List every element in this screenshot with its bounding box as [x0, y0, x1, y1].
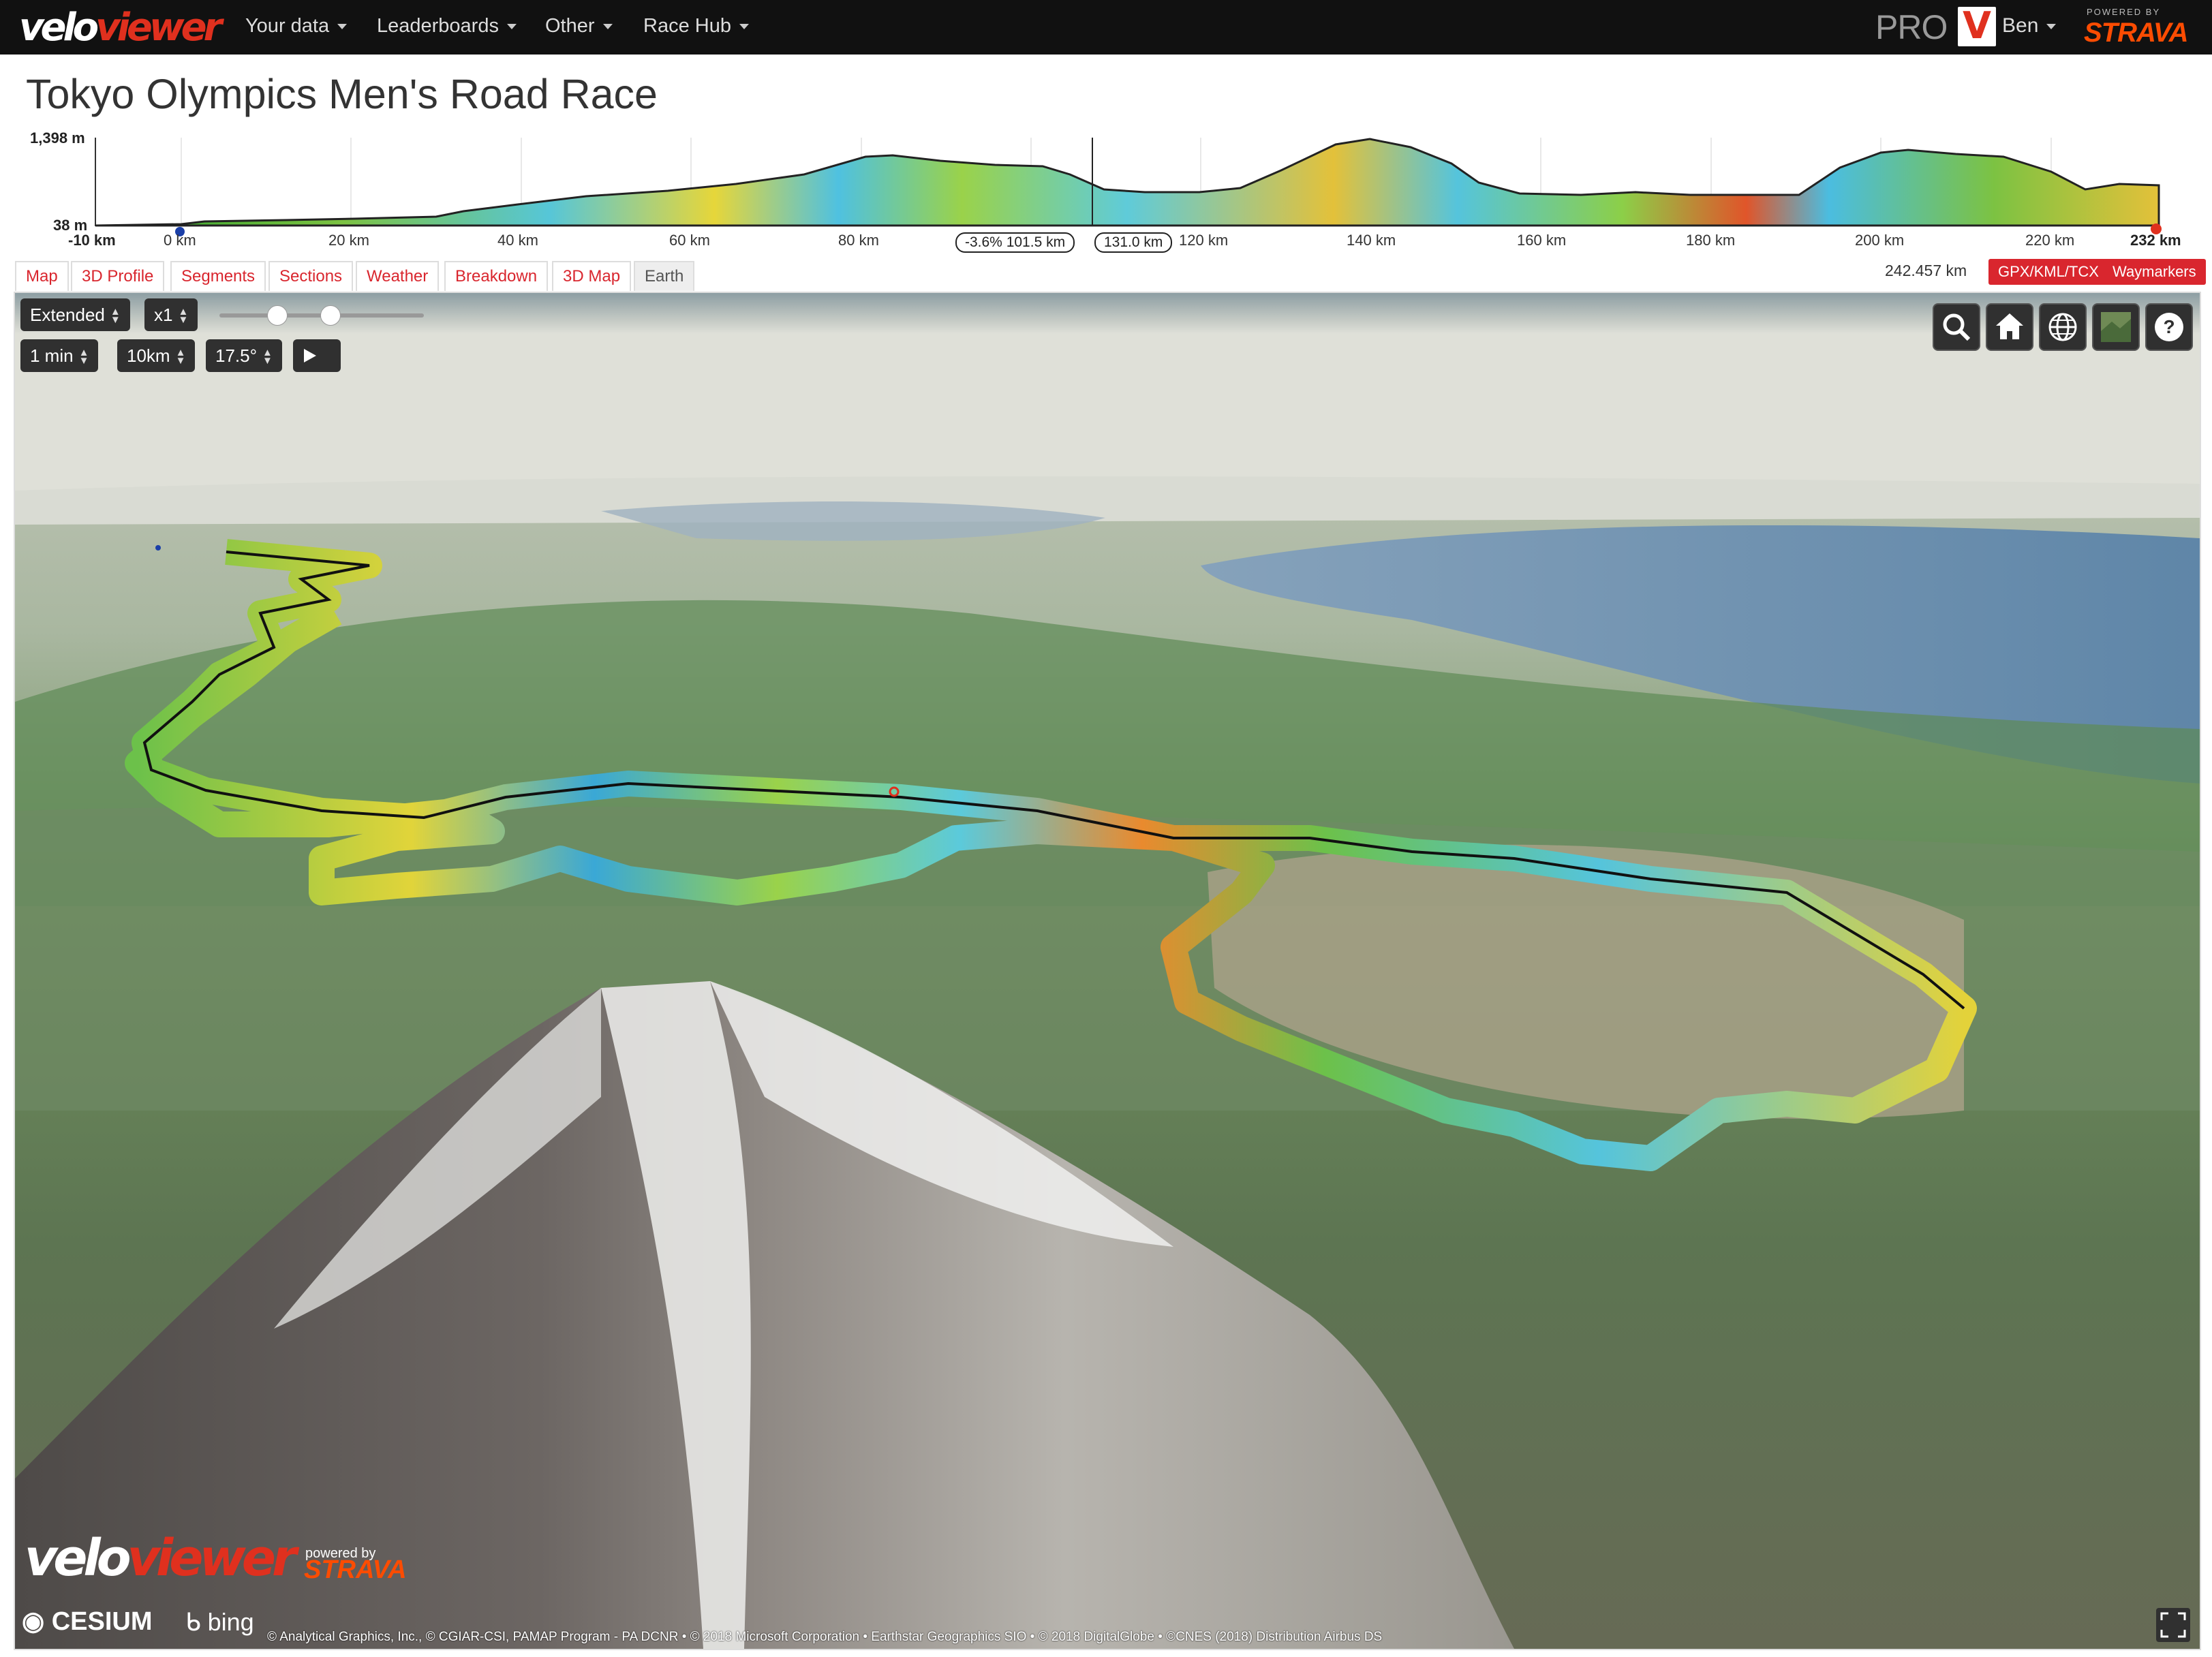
nav-label: Leaderboards — [377, 15, 499, 37]
map-strava-logo: STRAVA — [304, 1555, 407, 1584]
total-distance: 242.457 km — [1885, 262, 1967, 279]
profile-tick: 200 km — [1855, 232, 1905, 249]
time-step-value: 1 min — [30, 345, 74, 366]
profile-tick: 140 km — [1347, 232, 1396, 249]
slider-handle-start[interactable] — [267, 305, 288, 326]
nav-your-data[interactable]: Your data — [245, 12, 348, 40]
tab-weather[interactable]: Weather — [356, 261, 440, 291]
chevron-down-icon — [337, 24, 348, 30]
map-attribution: © Analytical Graphics, Inc., © CGIAR-CSI… — [267, 1630, 1383, 1644]
cesium-icon: ◉ — [22, 1607, 45, 1636]
profile-tick: 60 km — [669, 232, 710, 249]
search-icon — [1943, 313, 1971, 341]
terrain-scene[interactable] — [15, 293, 2200, 1649]
imagery-thumbnail-icon — [2101, 312, 2131, 342]
fullscreen-button[interactable] — [2156, 1608, 2190, 1642]
slider-handle-end[interactable] — [320, 305, 341, 326]
user-menu[interactable]: Ben — [2002, 12, 2057, 40]
speed-select[interactable]: x1 ▲ ▼ — [144, 298, 198, 331]
map-logo-text-velo: velo — [25, 1529, 132, 1588]
badge-letter: V — [1963, 4, 1991, 47]
tab-map[interactable]: Map — [15, 261, 69, 291]
logo-text-viewer: viewer — [95, 5, 222, 50]
updown-arrows-icon: ▲ ▼ — [175, 347, 186, 367]
bing-icon: ᑲ — [185, 1608, 201, 1636]
updown-arrows-icon: ▲ ▼ — [262, 347, 273, 367]
tab-breakdown[interactable]: Breakdown — [444, 261, 549, 291]
profile-marker-right: 131.0 km — [1094, 232, 1173, 253]
map-veloviewer-logo: veloviewer — [25, 1529, 297, 1588]
search-button[interactable] — [1933, 303, 1980, 351]
user-name: Ben — [2002, 14, 2039, 37]
nav-other[interactable]: Other — [545, 12, 613, 40]
veloviewer-logo[interactable]: velo viewer — [19, 4, 222, 50]
profile-tick: 160 km — [1517, 232, 1567, 249]
tab-segments[interactable]: Segments — [170, 261, 266, 291]
chevron-down-icon — [602, 24, 613, 30]
scene-mode-button[interactable] — [2039, 303, 2087, 351]
updown-arrows-icon: ▲ ▼ — [78, 347, 89, 367]
profile-tick: 120 km — [1179, 232, 1229, 249]
top-navbar: velo viewer Your data Leaderboards Other … — [0, 0, 2212, 55]
distance-step-value: 10km — [127, 345, 170, 366]
updown-arrows-icon: ▲ ▼ — [110, 306, 121, 326]
tab-3d-map[interactable]: 3D Map — [552, 261, 632, 291]
profile-tick: 220 km — [2025, 232, 2075, 249]
bing-text: bing — [207, 1608, 254, 1636]
globe-icon — [2048, 313, 2077, 341]
imagery-picker-button[interactable] — [2092, 303, 2140, 351]
profile-tick: 180 km — [1686, 232, 1736, 249]
powered-by-label: POWERED BY — [2087, 7, 2161, 17]
home-icon — [1996, 313, 2023, 339]
svg-text:?: ? — [2163, 316, 2175, 337]
tab-earth[interactable]: Earth — [634, 261, 695, 291]
help-icon: ? — [2155, 313, 2183, 341]
tab-sections[interactable]: Sections — [268, 261, 354, 291]
profile-tick: 0 km — [164, 232, 196, 249]
earth-3d-map[interactable]: Extended ▲ ▼ x1 ▲ ▼ 1 min ▲ ▼ 10km ▲ ▼ 17.5° ▲ ▼ ?… — [14, 292, 2201, 1650]
page-title: Tokyo Olympics Men's Road Race — [26, 71, 658, 117]
strava-logo[interactable]: STRAVA — [2084, 18, 2189, 48]
view-mode-select[interactable]: Extended ▲ ▼ — [20, 298, 130, 331]
play-button[interactable] — [293, 339, 341, 372]
profile-tick: 80 km — [838, 232, 879, 249]
bing-logo[interactable]: ᑲ bing — [185, 1608, 254, 1637]
help-button[interactable]: ? — [2145, 303, 2193, 351]
playback-slider[interactable] — [219, 305, 424, 326]
map-logo-text-viewer: viewer — [127, 1529, 297, 1588]
nav-race-hub[interactable]: Race Hub — [643, 12, 749, 40]
profile-y-max: 1,398 m — [30, 129, 85, 146]
profile-x-start: -10 km — [68, 232, 116, 249]
angle-select[interactable]: 17.5° ▲ ▼ — [206, 339, 282, 372]
nav-label: Other — [545, 15, 595, 37]
profile-tick: 40 km — [497, 232, 538, 249]
pro-label: PRO — [1875, 8, 1948, 46]
profile-tick: 20 km — [328, 232, 369, 249]
view-mode-value: Extended — [30, 305, 105, 325]
updown-arrows-icon: ▲ ▼ — [178, 306, 189, 326]
cesium-text: CESIUM — [51, 1607, 153, 1636]
fullscreen-icon — [2160, 1612, 2186, 1638]
chevron-down-icon — [506, 24, 517, 30]
profile-x-end: 232 km — [2130, 232, 2181, 249]
play-icon — [304, 349, 316, 362]
nav-label: Race Hub — [643, 15, 731, 37]
chevron-down-icon — [739, 24, 749, 30]
tab-3d-profile[interactable]: 3D Profile — [71, 261, 165, 291]
time-step-select[interactable]: 1 min ▲ ▼ — [20, 339, 99, 372]
chevron-down-icon — [2046, 24, 2057, 30]
distance-step-select[interactable]: 10km ▲ ▼ — [117, 339, 196, 372]
profile-marker-left: -3.6% 101.5 km — [955, 232, 1075, 253]
waymarkers-button[interactable]: Waymarkers — [2103, 259, 2206, 285]
nav-label: Your data — [245, 15, 330, 37]
elevation-fill — [95, 138, 2160, 227]
pro-badge-icon: V — [1958, 4, 1996, 47]
nav-leaderboards[interactable]: Leaderboards — [377, 12, 517, 40]
export-gpx-button[interactable]: GPX/KML/TCX — [1988, 259, 2108, 285]
home-button[interactable] — [1986, 303, 2033, 351]
cesium-logo[interactable]: ◉ CESIUM — [22, 1606, 153, 1637]
speed-value: x1 — [154, 305, 173, 325]
angle-value: 17.5° — [215, 345, 258, 366]
logo-text-velo: velo — [19, 5, 99, 50]
